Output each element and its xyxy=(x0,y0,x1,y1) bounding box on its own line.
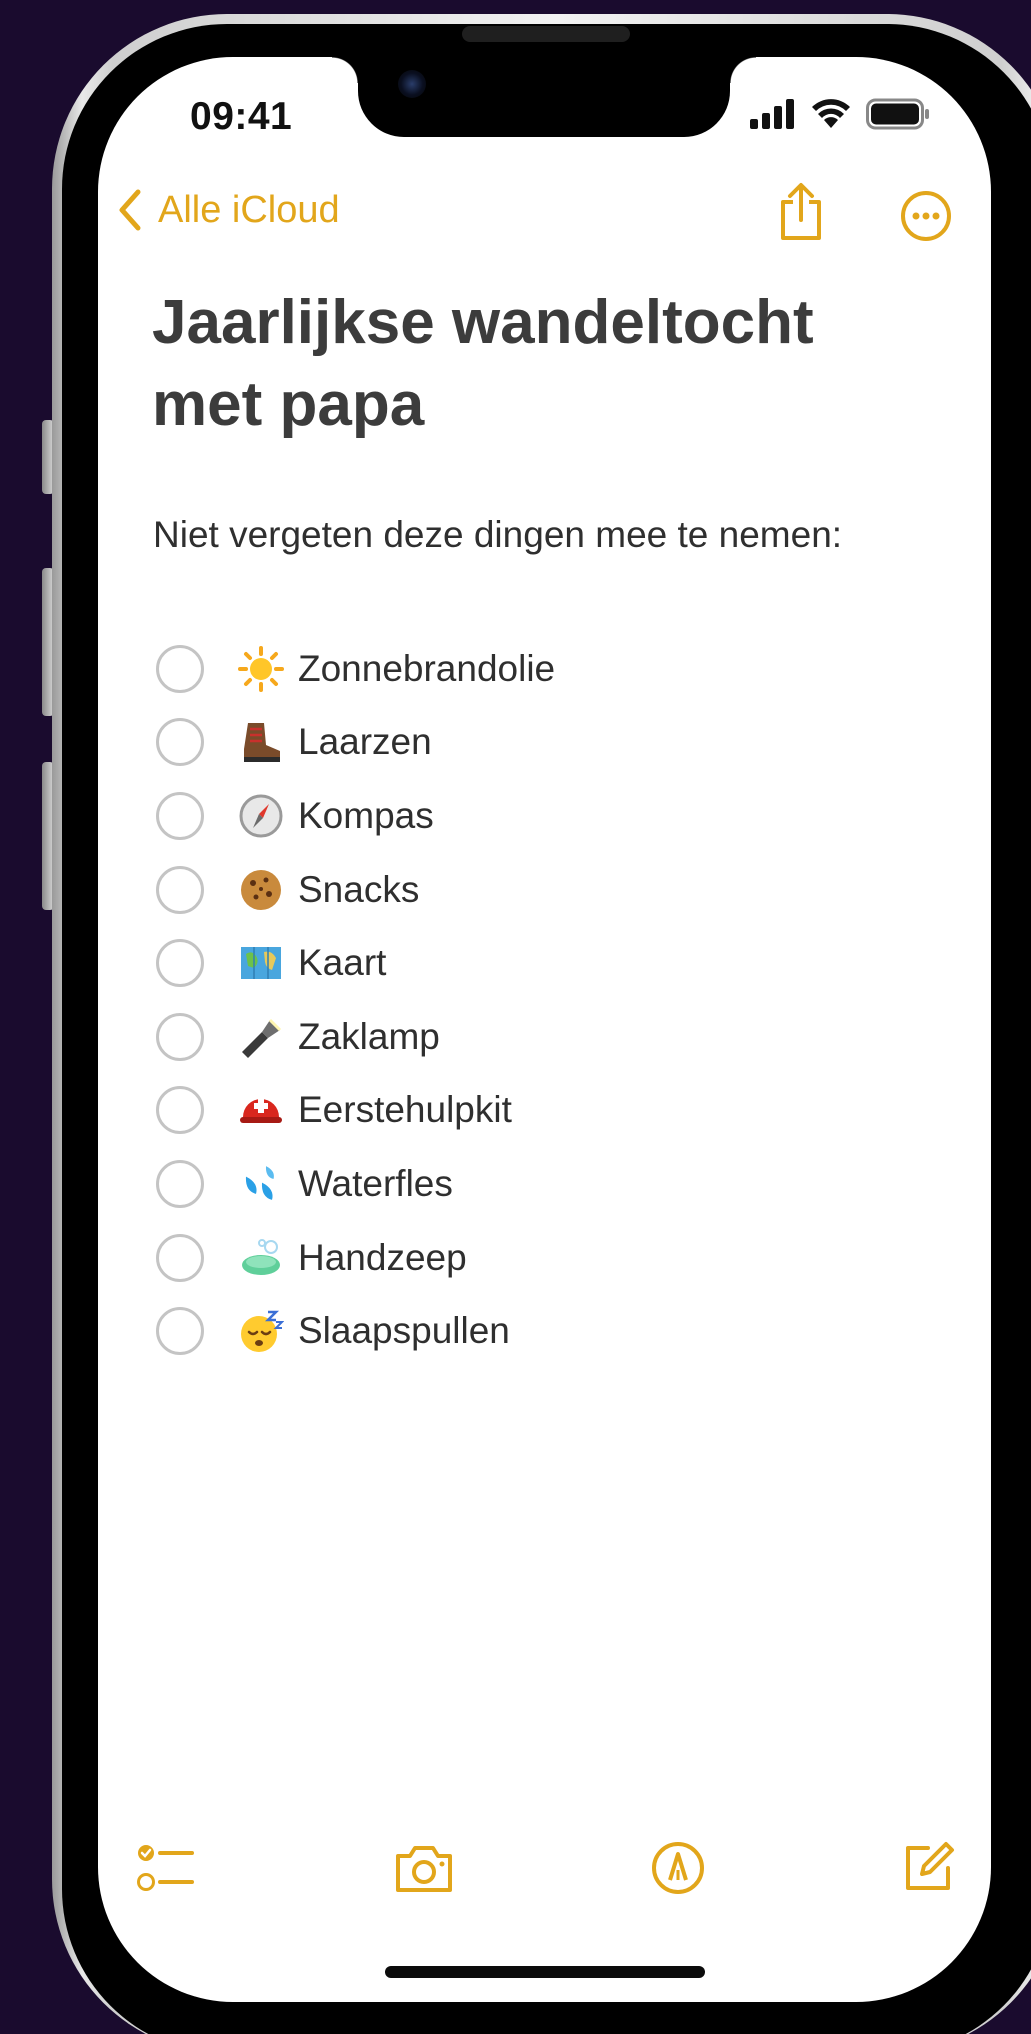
more-button[interactable] xyxy=(900,190,952,247)
cookie-icon xyxy=(236,865,286,915)
checklist-item-label[interactable]: Handzeep xyxy=(298,1237,467,1279)
checklist-item-label[interactable]: Eerstehulpkit xyxy=(298,1089,512,1131)
map-icon xyxy=(236,938,286,988)
checkbox[interactable] xyxy=(156,1012,204,1061)
note-intro[interactable]: Niet vergeten deze dingen mee te nemen: xyxy=(153,514,842,556)
checklist-item: Handzeep xyxy=(156,1221,916,1295)
checklist-icon xyxy=(137,1845,194,1891)
checklist-item: Zonnebrandolie xyxy=(156,632,916,706)
checkbox[interactable] xyxy=(156,718,204,767)
chevron-left-icon xyxy=(119,189,141,231)
checklist-item: Zaklamp xyxy=(156,1000,916,1074)
checklist-item-label[interactable]: Slaapspullen xyxy=(298,1310,510,1352)
wifi-icon xyxy=(812,99,850,128)
checkbox[interactable] xyxy=(156,1307,204,1356)
home-indicator[interactable] xyxy=(385,1966,705,1978)
stage: 09:41 Alle iCloud Jaarlijkse wandeltocht… xyxy=(0,0,1031,2034)
checklist-item-label[interactable]: Kompas xyxy=(298,795,434,837)
checklist-item: Laarzen xyxy=(156,706,916,780)
back-button[interactable]: Alle iCloud xyxy=(116,188,340,232)
markup-button[interactable] xyxy=(650,1840,706,1901)
checklist-item-label[interactable]: Waterfles xyxy=(298,1163,453,1205)
compass-icon xyxy=(236,791,286,841)
checkbox[interactable] xyxy=(156,1086,204,1135)
checklist-item-label[interactable]: Laarzen xyxy=(298,721,432,763)
checkbox[interactable] xyxy=(156,644,204,693)
checklist-item: Snacks xyxy=(156,853,916,927)
checklist-item: Kaart xyxy=(156,926,916,1000)
camera-icon xyxy=(396,1846,452,1892)
checkbox[interactable] xyxy=(156,939,204,988)
checklist-item: Waterfles xyxy=(156,1147,916,1221)
back-button-label: Alle iCloud xyxy=(158,188,340,231)
checklist-item-label[interactable]: Snacks xyxy=(298,869,419,911)
checklist-item-label[interactable]: Zonnebrandolie xyxy=(298,648,555,690)
checklist-item-label[interactable]: Zaklamp xyxy=(298,1016,440,1058)
soap-icon xyxy=(236,1233,286,1283)
checkbox[interactable] xyxy=(156,865,204,914)
speaker xyxy=(462,26,630,42)
share-button[interactable] xyxy=(775,182,827,247)
cellular-signal-icon xyxy=(750,99,794,129)
water-drops-icon xyxy=(236,1159,286,1209)
note-title[interactable]: Jaarlijkse wandeltocht met papa xyxy=(152,282,912,446)
rescue-helmet-icon xyxy=(236,1085,286,1135)
checklist-item-label[interactable]: Kaart xyxy=(298,942,386,984)
checklist-item: Kompas xyxy=(156,779,916,853)
checkbox[interactable] xyxy=(156,1159,204,1208)
share-icon xyxy=(781,183,821,240)
checklist-button[interactable] xyxy=(136,1840,196,1901)
new-note-button[interactable] xyxy=(900,1840,956,1901)
camera-button[interactable] xyxy=(392,1840,456,1901)
checklist: Zonnebrandolie Laarzen Kompas Snacks Kaa… xyxy=(156,632,916,1368)
sleeping-face-icon xyxy=(236,1306,286,1356)
status-icons xyxy=(750,98,930,130)
flashlight-icon xyxy=(236,1012,286,1062)
battery-icon xyxy=(866,98,929,130)
compose-icon xyxy=(906,1842,954,1890)
checkbox[interactable] xyxy=(156,1233,204,1282)
checklist-item: Eerstehulpkit xyxy=(156,1074,916,1148)
checklist-item: Slaapspullen xyxy=(156,1294,916,1368)
front-camera xyxy=(398,70,426,98)
status-time: 09:41 xyxy=(190,95,293,138)
hiking-boot-icon xyxy=(236,717,286,767)
checkbox[interactable] xyxy=(156,791,204,840)
sun-icon xyxy=(236,644,286,694)
more-icon xyxy=(901,191,951,241)
markup-pen-icon xyxy=(652,1842,704,1894)
